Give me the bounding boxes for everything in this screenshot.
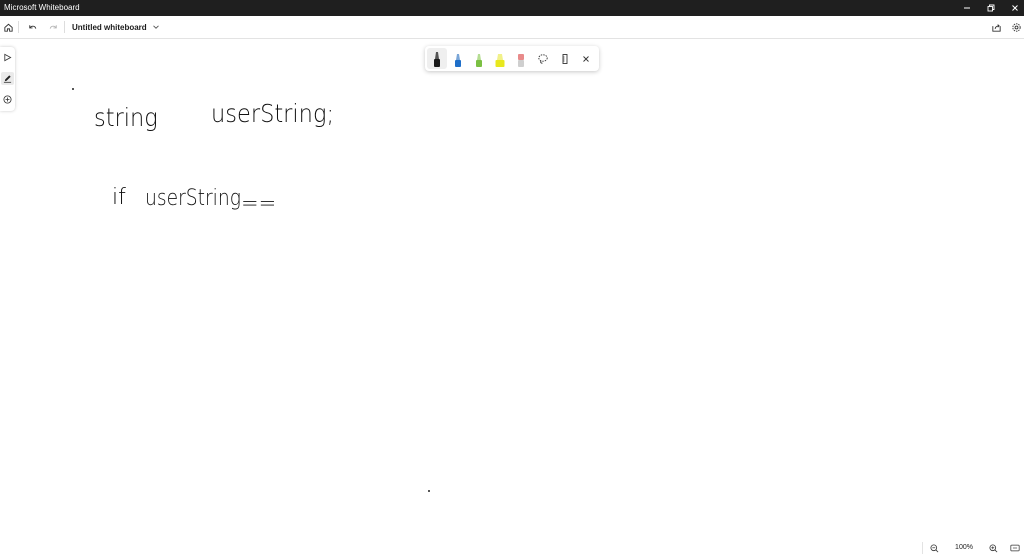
ink-stroke-text: userString; — [211, 99, 335, 128]
ink-stroke-text: userString — [145, 186, 241, 211]
ink-stroke-text: == — [241, 191, 277, 215]
home-icon — [3, 23, 13, 32]
home-button[interactable] — [0, 19, 16, 35]
document-title-menu[interactable]: Untitled whiteboard — [72, 20, 160, 34]
restore-icon — [987, 4, 995, 12]
redo-button[interactable] — [45, 19, 61, 35]
share-icon — [991, 23, 1001, 32]
document-title: Untitled whiteboard — [72, 22, 147, 32]
close-button[interactable] — [1003, 0, 1024, 16]
zoom-in-icon — [988, 543, 997, 552]
window-titlebar: Microsoft Whiteboard — [0, 0, 1024, 16]
ink-dot — [428, 490, 430, 492]
minimize-icon — [964, 7, 970, 9]
ink-stroke-text: string — [94, 103, 158, 132]
undo-icon — [28, 24, 36, 29]
ink-dot — [72, 88, 74, 90]
ink-stroke-text: if — [112, 185, 126, 210]
settings-button[interactable] — [1008, 19, 1024, 35]
whiteboard-canvas[interactable]: string userString; if userString == — [0, 39, 1024, 542]
fit-to-screen-button[interactable] — [1008, 542, 1022, 554]
toolbar-divider — [64, 21, 65, 33]
fit-to-screen-icon — [1010, 544, 1020, 552]
minimize-button[interactable] — [955, 0, 979, 16]
top-toolbar: Untitled whiteboard — [0, 16, 1024, 39]
zoom-controls: 100% — [922, 542, 1024, 554]
toolbar-divider — [18, 21, 19, 33]
share-button[interactable] — [988, 19, 1004, 35]
zoom-level[interactable]: 100% — [953, 543, 975, 553]
restore-button[interactable] — [979, 0, 1003, 16]
chevron-down-icon — [152, 25, 159, 29]
redo-icon — [49, 24, 57, 29]
close-icon — [1012, 5, 1018, 11]
undo-button[interactable] — [24, 19, 40, 35]
app-title: Microsoft Whiteboard — [4, 3, 80, 12]
zoom-out-icon — [929, 543, 938, 552]
gear-icon — [1011, 22, 1021, 32]
zoom-out-button[interactable] — [927, 542, 941, 554]
zoom-in-button[interactable] — [986, 542, 1000, 554]
